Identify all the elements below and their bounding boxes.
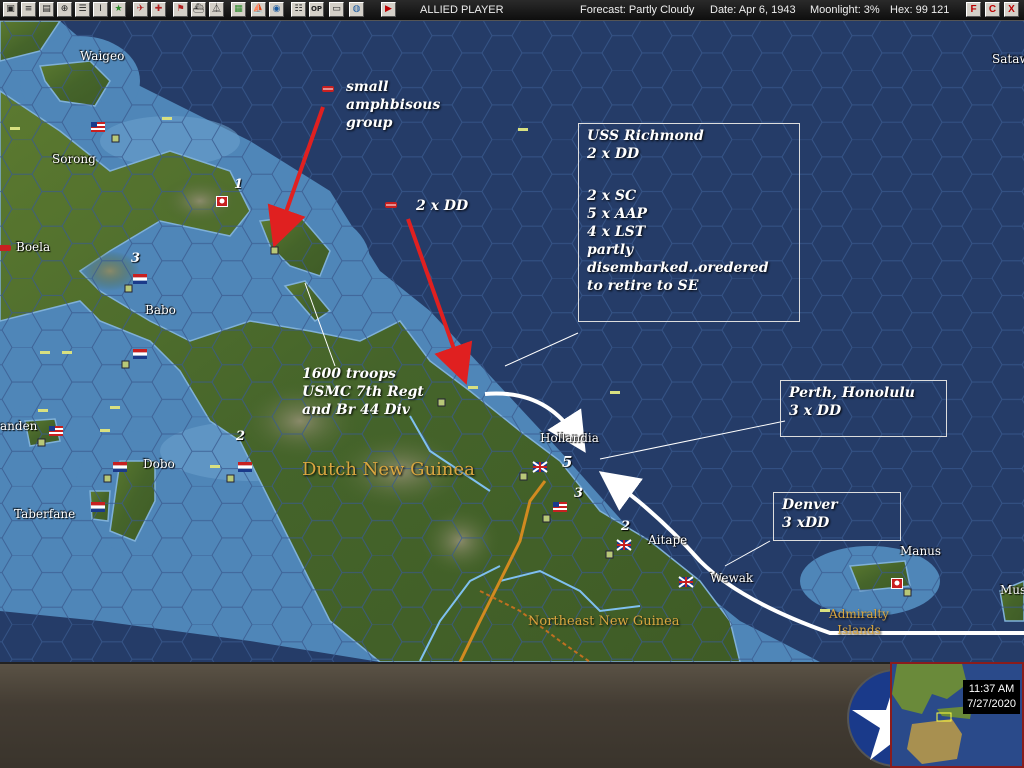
dutch-flag-icon: [133, 349, 147, 359]
base-flag-icon: [216, 196, 228, 207]
annotation-denver-box: Denver 3 xDD: [773, 492, 901, 541]
info-icon[interactable]: I: [93, 2, 108, 17]
system-clock: 11:37 AM 7/27/2020: [963, 680, 1020, 714]
toggle-f-button[interactable]: F: [966, 2, 981, 17]
globe-icon[interactable]: ◉: [269, 2, 284, 17]
save-icon[interactable]: ▣: [3, 2, 18, 17]
base-icon[interactable]: ▤: [39, 2, 54, 17]
place-aitape: Aitape: [648, 533, 688, 547]
forecast-label: Forecast: Partly Cloudy: [580, 4, 695, 16]
place-wewak: Wewak: [710, 571, 754, 585]
stack-count: 5: [562, 453, 573, 471]
hex-grid: [0, 21, 1024, 662]
place-boela: Boela: [16, 240, 51, 254]
list-icon[interactable]: ☰: [75, 2, 90, 17]
sub-icon[interactable]: ⏅: [209, 2, 224, 17]
fleet-icon[interactable]: ⛵: [251, 2, 266, 17]
place-waigeo: Waigeo: [80, 49, 125, 63]
stack-count: 2: [621, 519, 631, 534]
end-turn-icon[interactable]: ▶: [381, 2, 396, 17]
stack-count: 3: [574, 486, 584, 501]
message-icon[interactable]: ▭: [329, 2, 344, 17]
army-icon[interactable]: ✚: [151, 2, 166, 17]
place-manus: Manus: [900, 544, 942, 558]
us-flag-icon: [553, 502, 567, 512]
list2-icon[interactable]: ☷: [291, 2, 306, 17]
place-taberfane: Taberfane: [14, 507, 76, 521]
enemy-ship-icon: [0, 245, 11, 251]
dutch-flag-icon: [133, 274, 147, 284]
annotation-richmond-box: USS Richmond 2 x DD 2 x SC 5 x AAP 4 x L…: [578, 123, 800, 322]
moonlight-label: Moonlight: 3%: [810, 4, 880, 16]
game-map[interactable]: Waigeo Sorong Boela Babo anden Dobo Tabe…: [0, 21, 1024, 662]
annotation-two-dd: 2 x DD: [416, 198, 469, 214]
place-fakfak: anden: [0, 419, 38, 433]
minimap[interactable]: 11:37 AM 7/27/2020: [890, 662, 1024, 768]
place-dobo: Dobo: [143, 457, 175, 471]
flag-icon[interactable]: ⚑: [173, 2, 188, 17]
annotation-troops: 1600 troops USMC 7th Regt and Br 44 Div: [302, 366, 424, 418]
us-flag-icon: [91, 122, 105, 132]
place-sorong: Sorong: [52, 152, 96, 166]
us-flag-icon: [49, 426, 63, 436]
op-icon[interactable]: OP: [309, 2, 324, 17]
place-babo: Babo: [145, 303, 176, 317]
weather-icon[interactable]: ◍: [349, 2, 364, 17]
enemy-ship-icon: [385, 202, 397, 208]
base-flag-icon: [891, 578, 903, 589]
air-icon[interactable]: ⊕: [57, 2, 72, 17]
date-label: Date: Apr 6, 1943: [710, 4, 796, 16]
dutch-flag-icon: [238, 462, 252, 472]
annotation-small-group: small amphbisous group: [346, 79, 441, 131]
uk-flag-icon: [532, 461, 548, 473]
toggle-c-button[interactable]: C: [985, 2, 1000, 17]
place-mus: Mus: [1000, 583, 1024, 597]
map-canvas[interactable]: [0, 21, 1024, 662]
uk-flag-icon: [616, 539, 632, 551]
stack-count: 2: [236, 429, 246, 444]
enemy-ship-icon: [322, 86, 334, 92]
region-dutch-new-guinea: Dutch New Guinea: [302, 459, 475, 480]
region-admiralty: Admiralty Islands: [829, 607, 889, 637]
unit-icon[interactable]: ★: [111, 2, 126, 17]
top-toolbar: ▣ ≡ ▤ ⊕ ☰ I ★ ✈ ✚ ⚑ ⛴ ⏅ ▦ ⛵ ◉ ☷ OP ▭ ◍ ▶…: [0, 0, 1024, 21]
place-hollandia: Hollandia: [540, 431, 599, 445]
region-northeast-new-guinea: Northeast New Guinea: [528, 614, 680, 629]
dutch-flag-icon: [91, 502, 105, 512]
close-button[interactable]: X: [1004, 2, 1019, 17]
uk-flag-icon: [678, 576, 694, 588]
plane-icon[interactable]: ✈: [133, 2, 148, 17]
dutch-flag-icon: [113, 462, 127, 472]
place-satawan: Sataw: [992, 52, 1024, 66]
side-label: ALLIED PLAYER: [420, 4, 504, 16]
landing-icon[interactable]: ▦: [231, 2, 246, 17]
stack-count: 1: [234, 177, 244, 192]
annotation-perth-box: Perth, Honolulu 3 x DD: [780, 380, 947, 437]
ship-icon[interactable]: ⛴: [191, 2, 206, 17]
report-icon[interactable]: ≡: [21, 2, 36, 17]
hex-label: Hex: 99 121: [890, 4, 950, 16]
stack-count: 3: [131, 251, 141, 266]
